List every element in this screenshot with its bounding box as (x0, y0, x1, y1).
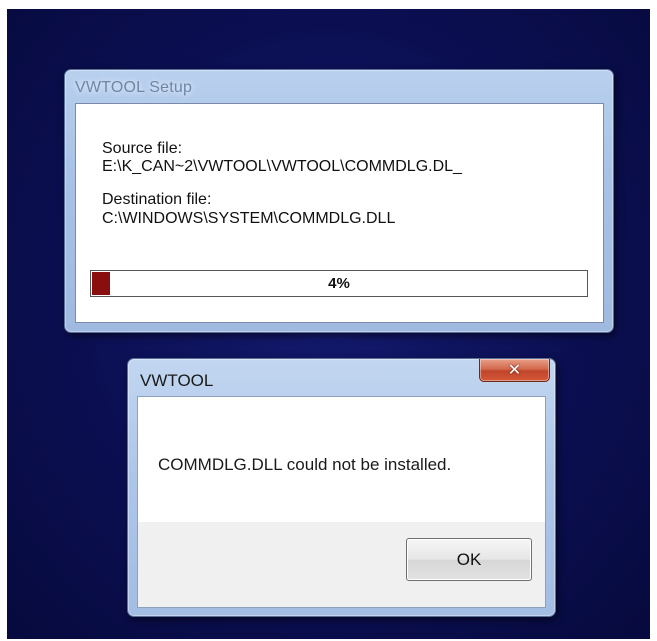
close-icon: ✕ (507, 360, 522, 379)
setup-window-content: Source file: E:\K_CAN~2\VWTOOL\VWTOOL\CO… (75, 103, 604, 323)
ok-button[interactable]: OK (406, 538, 532, 581)
close-button[interactable]: ✕ (479, 359, 550, 382)
progress-percent-label: 4% (328, 275, 350, 292)
error-dialog-content: COMMDLG.DLL could not be installed. OK (137, 396, 546, 608)
error-dialog-title: VWTOOL (140, 371, 214, 390)
destination-file-path: C:\WINDOWS\SYSTEM\COMMDLG.DLL (102, 210, 396, 227)
source-file-path: E:\K_CAN~2\VWTOOL\VWTOOL\COMMDLG.DL_ (102, 158, 462, 175)
error-dialog: VWTOOL ✕ COMMDLG.DLL could not be instal… (127, 358, 556, 617)
error-message: COMMDLG.DLL could not be installed. (158, 455, 452, 474)
setup-window: VWTOOL Setup Source file: E:\K_CAN~2\VWT… (64, 69, 614, 333)
error-message-area: COMMDLG.DLL could not be installed. (138, 397, 545, 522)
setup-window-title: VWTOOL Setup (75, 79, 193, 96)
desktop-background: VWTOOL Setup Source file: E:\K_CAN~2\VWT… (7, 9, 650, 639)
source-file-label: Source file: (102, 140, 183, 157)
progress-bar: 4% (90, 270, 588, 297)
destination-file-label: Destination file: (102, 191, 212, 208)
